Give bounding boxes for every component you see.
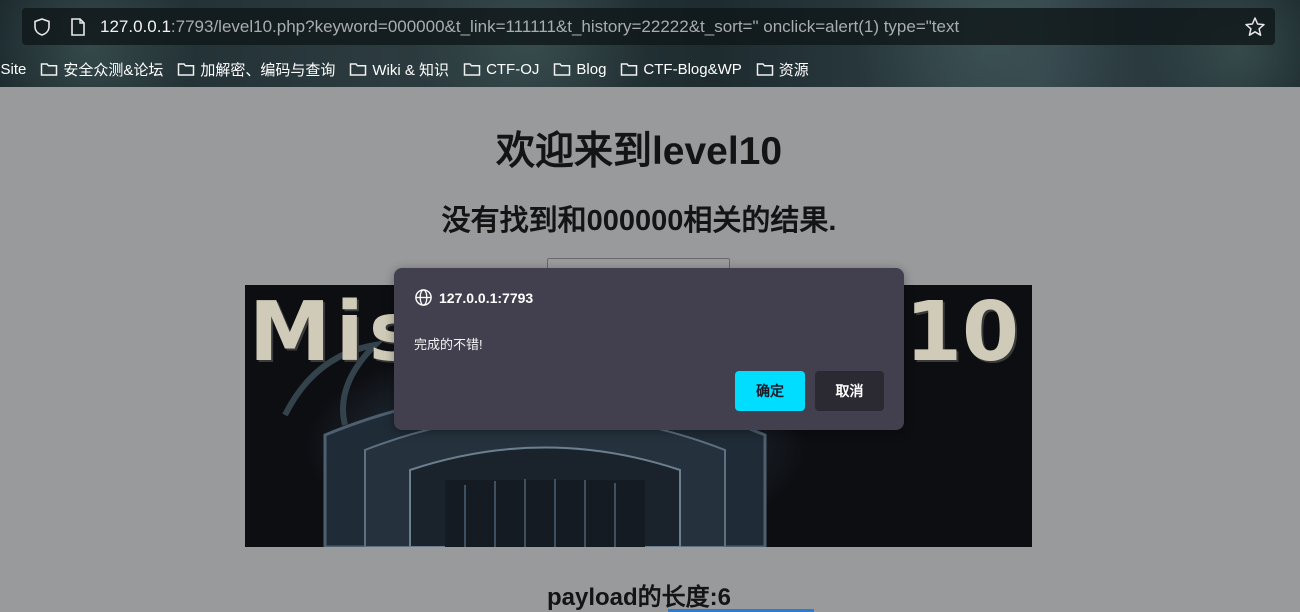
folder-icon [463,63,481,76]
search-result-text: 没有找到和000000相关的结果. [441,205,837,237]
bookmark-folder[interactable]: 安全众测&论坛 [40,59,163,80]
url-host: 127.0.0.1 [100,17,171,36]
cancel-button[interactable]: 取消 [815,371,884,411]
page-title: 欢迎来到level10 [495,130,783,173]
bookmark-label: 加解密、编码与查询 [200,61,336,79]
page-icon [69,17,87,42]
bookmark-folder[interactable]: CTF-OJ [463,61,539,78]
bookmark-folder[interactable]: Blog [553,61,606,78]
folder-icon [554,63,571,76]
folder-icon [350,63,367,76]
globe-icon [415,289,432,306]
dialog-message: 完成的不错! [414,337,483,352]
bookmark-label: Blog [576,60,607,78]
banner-title-right: 10 [905,285,1020,380]
folder-icon [756,63,774,76]
bookmark-folder[interactable]: 资源 [756,59,809,80]
bookmark-label: CTF-OJ [486,60,540,78]
bookmark-label: e Site [0,60,27,78]
address-bar[interactable]: 127.0.0.1:7793/level10.php?keyword=00000… [22,8,1275,45]
alert-dialog: 127.0.0.1:7793 完成的不错! 确定 取消 [394,268,904,430]
browser-toolbar: 127.0.0.1:7793/level10.php?keyword=00000… [0,0,1300,87]
bookmark-label: 资源 [778,61,809,79]
bookmark-item[interactable]: e Site [0,61,26,78]
url-text[interactable]: 127.0.0.1:7793/level10.php?keyword=00000… [100,17,959,37]
star-icon[interactable] [1244,16,1266,43]
bookmark-label: Wiki & 知识 [372,61,450,79]
bookmark-folder[interactable]: Wiki & 知识 [349,59,449,80]
bookmark-label: 安全众测&论坛 [63,61,164,79]
bookmark-folder[interactable]: CTF-Blog&WP [620,60,742,78]
folder-icon [41,63,58,76]
dialog-origin: 127.0.0.1:7793 [414,288,533,307]
dialog-origin-text: 127.0.0.1:7793 [439,289,534,306]
folder-icon [178,63,195,76]
shield-icon[interactable] [32,17,52,42]
bookmark-folder[interactable]: 加解密、编码与查询 [177,59,335,80]
bookmarks-bar: e Site 安全众测&论坛 加解密、编码与查询 Wiki & 知识 CTF-O… [0,58,1300,80]
url-path: :7793/level10.php?keyword=000000&t_link=… [170,17,960,36]
bookmark-label: CTF-Blog&WP [643,60,742,78]
payload-length-text: payload的长度:6 [546,584,732,611]
ok-button[interactable]: 确定 [735,371,805,411]
folder-icon [621,63,638,76]
